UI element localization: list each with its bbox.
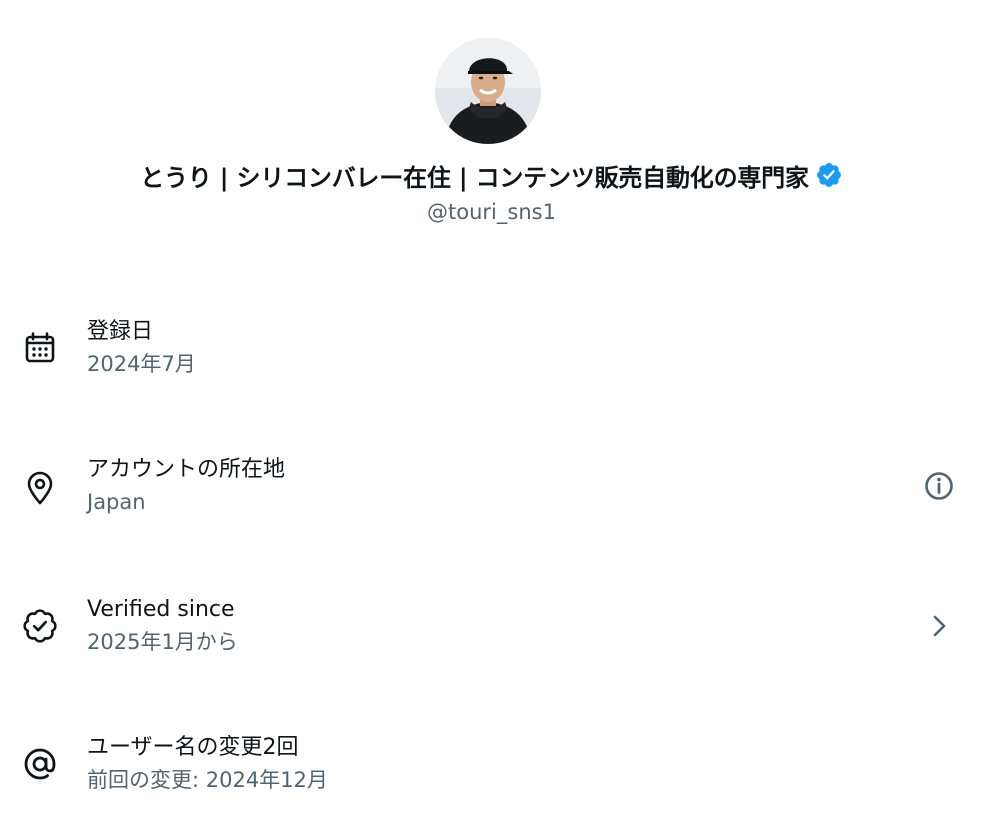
- info-row-subtitle: 前回の変更: 2024年12月: [87, 768, 328, 792]
- info-row-joined: 登録日 2024年7月: [0, 308, 983, 418]
- verified-badge-icon[interactable]: [815, 161, 843, 189]
- info-row-text: 登録日 2024年7月: [87, 316, 903, 380]
- profile-header: とうり | シリコンバレー在住 | コンテンツ販売自動化の専門家 @touri_…: [0, 0, 983, 240]
- username: @touri_sns1: [427, 200, 556, 224]
- info-row-location[interactable]: アカウントの所在地 Japan: [0, 446, 983, 556]
- at-sign-icon: [22, 746, 58, 782]
- info-row-username-changes: ユーザー名の変更2回 前回の変更: 2024年12月: [0, 724, 983, 834]
- info-icon[interactable]: [923, 470, 955, 502]
- info-row-title: Verified since: [87, 597, 235, 622]
- info-row-title: 登録日: [87, 319, 154, 344]
- verified-outline-icon: [22, 608, 58, 644]
- avatar-photo: [435, 38, 541, 144]
- location-pin-icon: [22, 470, 58, 506]
- display-name-row: とうり | シリコンバレー在住 | コンテンツ販売自動化の専門家: [0, 156, 983, 194]
- info-row-subtitle: 2024年7月: [87, 352, 196, 376]
- info-row-title: アカウントの所在地: [87, 457, 286, 482]
- calendar-icon: [22, 330, 58, 366]
- info-row-subtitle: Japan: [87, 490, 146, 514]
- chevron-right-icon[interactable]: [923, 610, 955, 642]
- info-row-title: ユーザー名の変更2回: [87, 735, 299, 760]
- info-row-text: アカウントの所在地 Japan: [87, 454, 903, 518]
- avatar[interactable]: [435, 38, 541, 144]
- display-name: とうり | シリコンバレー在住 | コンテンツ販売自動化の専門家: [140, 163, 809, 192]
- info-row-verified[interactable]: Verified since 2025年1月から: [0, 586, 983, 696]
- info-row-text: ユーザー名の変更2回 前回の変更: 2024年12月: [87, 732, 903, 796]
- info-row-subtitle: 2025年1月から: [87, 630, 238, 654]
- info-row-text: Verified since 2025年1月から: [87, 594, 903, 658]
